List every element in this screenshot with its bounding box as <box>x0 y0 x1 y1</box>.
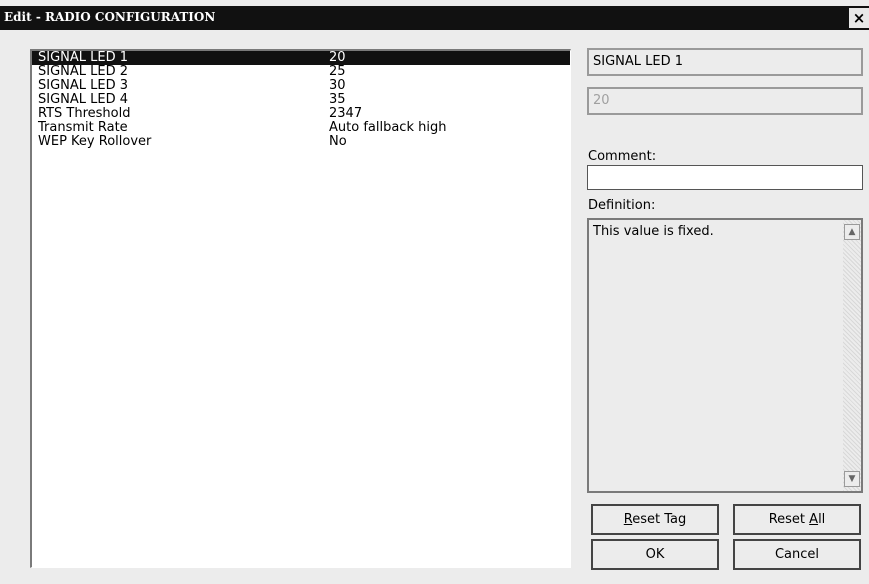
comment-field[interactable] <box>587 165 863 190</box>
comment-label: Comment: <box>588 149 657 164</box>
parameter-row[interactable]: SIGNAL LED 4 35 <box>32 93 570 107</box>
reset-all-mnemonic: A <box>809 512 819 527</box>
close-button[interactable]: × <box>849 8 869 28</box>
parameter-value: 25 <box>329 64 346 79</box>
parameter-value: Auto fallback high <box>329 120 447 135</box>
parameter-value: 35 <box>329 92 346 107</box>
parameter-value: 30 <box>329 78 346 93</box>
definition-box: This value is fixed. ▲ ▼ <box>587 218 863 493</box>
reset-all-button[interactable]: Reset All <box>733 504 861 535</box>
parameter-name: Transmit Rate <box>38 120 128 135</box>
parameter-name: SIGNAL LED 2 <box>38 64 129 79</box>
definition-label: Definition: <box>588 198 656 213</box>
ok-button[interactable]: OK <box>591 539 719 570</box>
reset-tag-label: eset Tag <box>632 512 687 527</box>
parameter-value: 20 <box>329 50 346 65</box>
parameter-name: WEP Key Rollover <box>38 134 152 149</box>
reset-all-label-start: Reset <box>768 512 810 527</box>
definition-scrollbar[interactable]: ▲ ▼ <box>843 220 861 491</box>
parameter-row[interactable]: Transmit Rate Auto fallback high <box>32 121 570 135</box>
title-bar: Edit - RADIO CONFIGURATION × <box>0 6 869 30</box>
parameter-row[interactable]: RTS Threshold 2347 <box>32 107 570 121</box>
parameter-row[interactable]: WEP Key Rollover No <box>32 135 570 149</box>
dialog-title: Edit - RADIO CONFIGURATION <box>4 10 216 24</box>
scroll-down-icon[interactable]: ▼ <box>844 471 860 487</box>
edit-dialog: Edit - RADIO CONFIGURATION × SIGNAL LED … <box>0 0 869 584</box>
parameter-value: No <box>329 134 347 149</box>
tag-value-field[interactable]: 20 <box>587 87 863 115</box>
parameter-name: RTS Threshold <box>38 106 131 121</box>
parameter-list[interactable]: SIGNAL LED 1 20 SIGNAL LED 2 25 SIGNAL L… <box>30 49 571 568</box>
scroll-up-icon[interactable]: ▲ <box>844 224 860 240</box>
parameter-name: SIGNAL LED 3 <box>38 78 129 93</box>
parameter-name: SIGNAL LED 4 <box>38 92 129 107</box>
definition-text: This value is fixed. <box>593 224 714 239</box>
reset-tag-mnemonic: R <box>623 512 633 527</box>
parameter-row[interactable]: SIGNAL LED 2 25 <box>32 65 570 79</box>
reset-tag-button[interactable]: Reset Tag <box>591 504 719 535</box>
parameter-row[interactable]: SIGNAL LED 1 20 <box>32 51 570 65</box>
tag-name-field: SIGNAL LED 1 <box>587 48 863 76</box>
parameter-row[interactable]: SIGNAL LED 3 30 <box>32 79 570 93</box>
cancel-button[interactable]: Cancel <box>733 539 861 570</box>
parameter-name: SIGNAL LED 1 <box>38 50 129 65</box>
reset-all-label-end: ll <box>818 512 826 527</box>
parameter-value: 2347 <box>329 106 363 121</box>
